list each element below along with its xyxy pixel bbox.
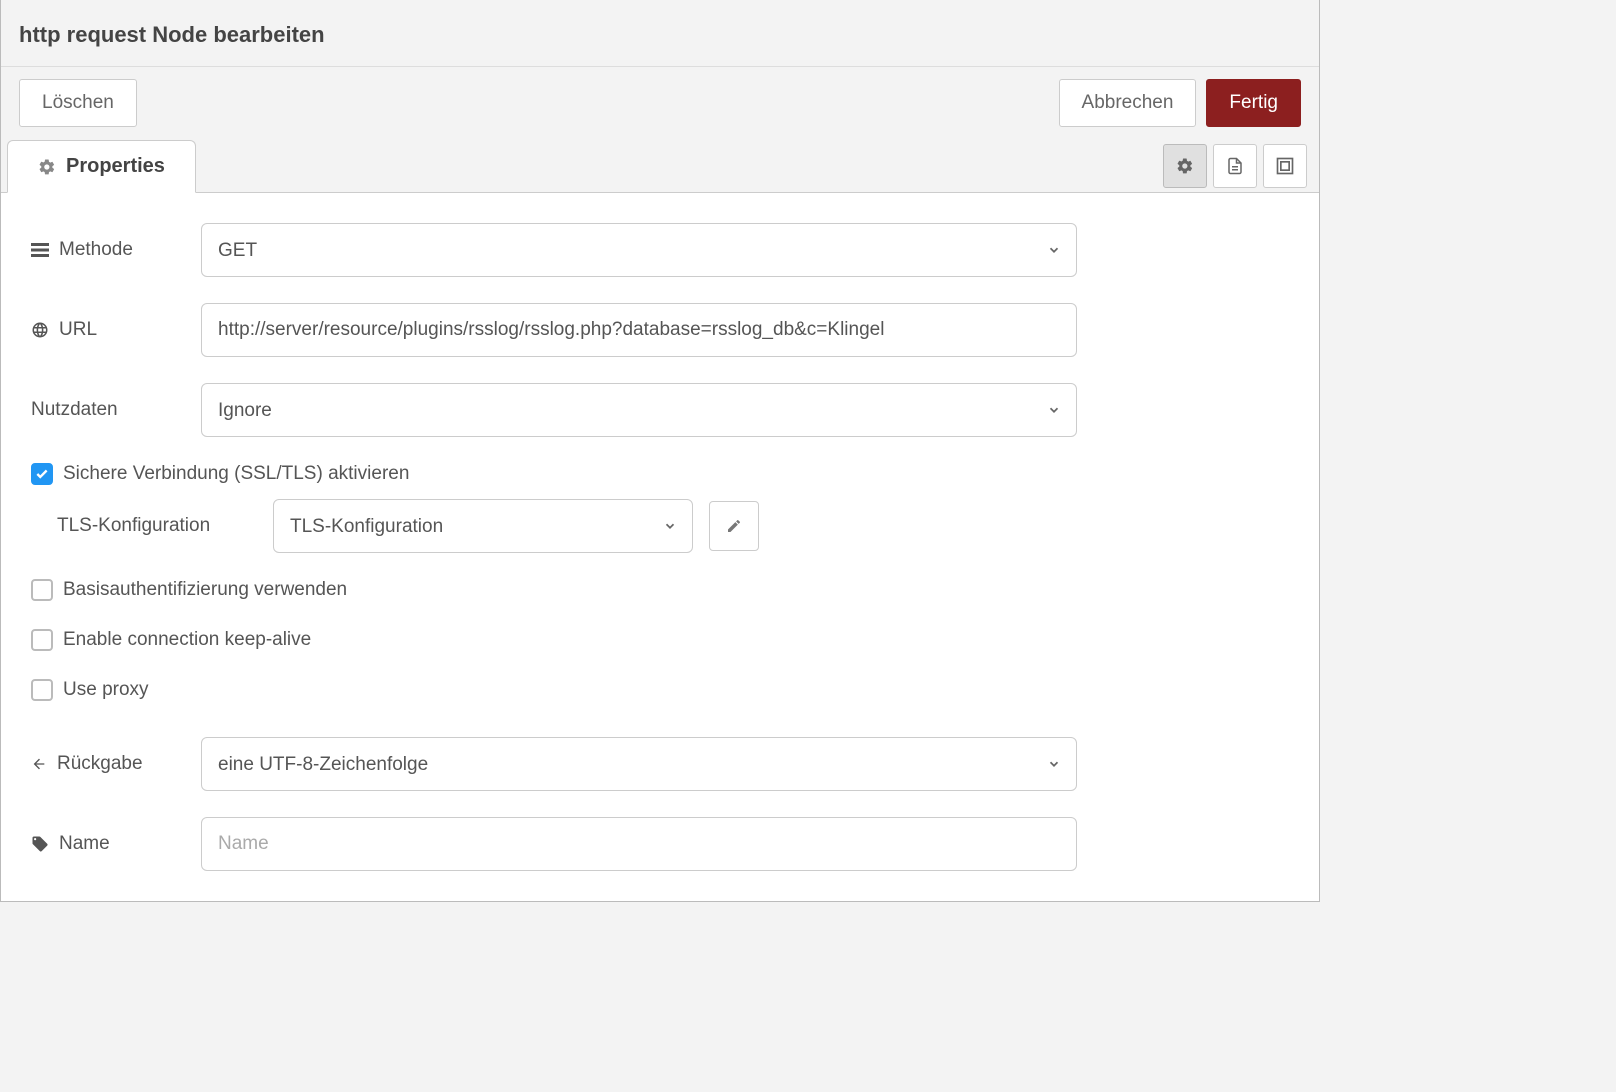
select-tls-wrap: TLS-Konfiguration <box>273 499 693 553</box>
panel-title: http request Node bearbeiten <box>19 22 1301 48</box>
row-ssl: Sichere Verbindung (SSL/TLS) aktivieren <box>31 463 1289 485</box>
checkbox-keepalive[interactable] <box>31 629 53 651</box>
label-payload-text: Nutzdaten <box>31 399 118 421</box>
label-url: URL <box>31 319 201 341</box>
arrow-left-icon <box>31 756 47 772</box>
tab-appearance-icon-button[interactable] <box>1263 144 1307 188</box>
label-payload: Nutzdaten <box>31 399 201 421</box>
label-name-text: Name <box>59 833 110 855</box>
row-basicauth: Basisauthentifizierung verwenden <box>31 579 1289 601</box>
panel-header: http request Node bearbeiten <box>1 0 1319 67</box>
label-proxy: Use proxy <box>63 679 149 701</box>
row-tls: TLS-Konfiguration TLS-Konfiguration <box>31 499 1289 553</box>
layout-icon <box>1275 156 1295 176</box>
document-icon <box>1226 156 1244 176</box>
label-name: Name <box>31 833 201 855</box>
label-return: Rückgabe <box>31 753 201 775</box>
row-payload: Nutzdaten Ignore <box>31 383 1289 437</box>
edit-tls-button[interactable] <box>709 501 759 551</box>
gear-icon <box>38 158 56 176</box>
pencil-icon <box>726 518 742 534</box>
label-method: Methode <box>31 239 201 261</box>
form-area: Methode GET URL Nutzdaten <box>1 193 1319 901</box>
bars-icon <box>31 242 49 258</box>
select-return[interactable]: eine UTF-8-Zeichenfolge <box>201 737 1077 791</box>
row-method: Methode GET <box>31 223 1289 277</box>
edit-panel: http request Node bearbeiten Löschen Abb… <box>0 0 1320 902</box>
tab-properties[interactable]: Properties <box>7 140 196 193</box>
checkbox-proxy[interactable] <box>31 679 53 701</box>
select-payload[interactable]: Ignore <box>201 383 1077 437</box>
label-tls-text: TLS-Konfiguration <box>57 515 210 537</box>
select-payload-wrap: Ignore <box>201 383 1077 437</box>
label-return-text: Rückgabe <box>57 753 143 775</box>
globe-icon <box>31 321 49 339</box>
tab-properties-label: Properties <box>66 155 165 178</box>
panel-toolbar: Löschen Abbrechen Fertig <box>1 67 1319 139</box>
label-basicauth: Basisauthentifizierung verwenden <box>63 579 347 601</box>
select-method-wrap: GET <box>201 223 1077 277</box>
tabs-row: Properties <box>1 139 1319 193</box>
label-ssl: Sichere Verbindung (SSL/TLS) aktivieren <box>63 463 409 485</box>
row-name: Name <box>31 817 1289 871</box>
select-tls[interactable]: TLS-Konfiguration <box>273 499 693 553</box>
cancel-button[interactable]: Abbrechen <box>1059 79 1197 127</box>
row-return: Rückgabe eine UTF-8-Zeichenfolge <box>31 737 1289 791</box>
label-url-text: URL <box>59 319 97 341</box>
select-return-wrap: eine UTF-8-Zeichenfolge <box>201 737 1077 791</box>
tab-description-icon-button[interactable] <box>1213 144 1257 188</box>
label-keepalive: Enable connection keep-alive <box>63 629 311 651</box>
label-method-text: Methode <box>59 239 133 261</box>
checkbox-ssl[interactable] <box>31 463 53 485</box>
input-url[interactable] <box>201 303 1077 357</box>
checkbox-basicauth[interactable] <box>31 579 53 601</box>
gear-icon <box>1176 157 1194 175</box>
tab-settings-icon-button[interactable] <box>1163 144 1207 188</box>
select-method[interactable]: GET <box>201 223 1077 277</box>
label-tls: TLS-Konfiguration <box>31 515 273 537</box>
row-proxy: Use proxy <box>31 679 1289 701</box>
done-button[interactable]: Fertig <box>1206 79 1301 127</box>
row-keepalive: Enable connection keep-alive <box>31 629 1289 651</box>
tag-icon <box>31 835 49 853</box>
input-name[interactable] <box>201 817 1077 871</box>
row-url: URL <box>31 303 1289 357</box>
delete-button[interactable]: Löschen <box>19 79 137 127</box>
